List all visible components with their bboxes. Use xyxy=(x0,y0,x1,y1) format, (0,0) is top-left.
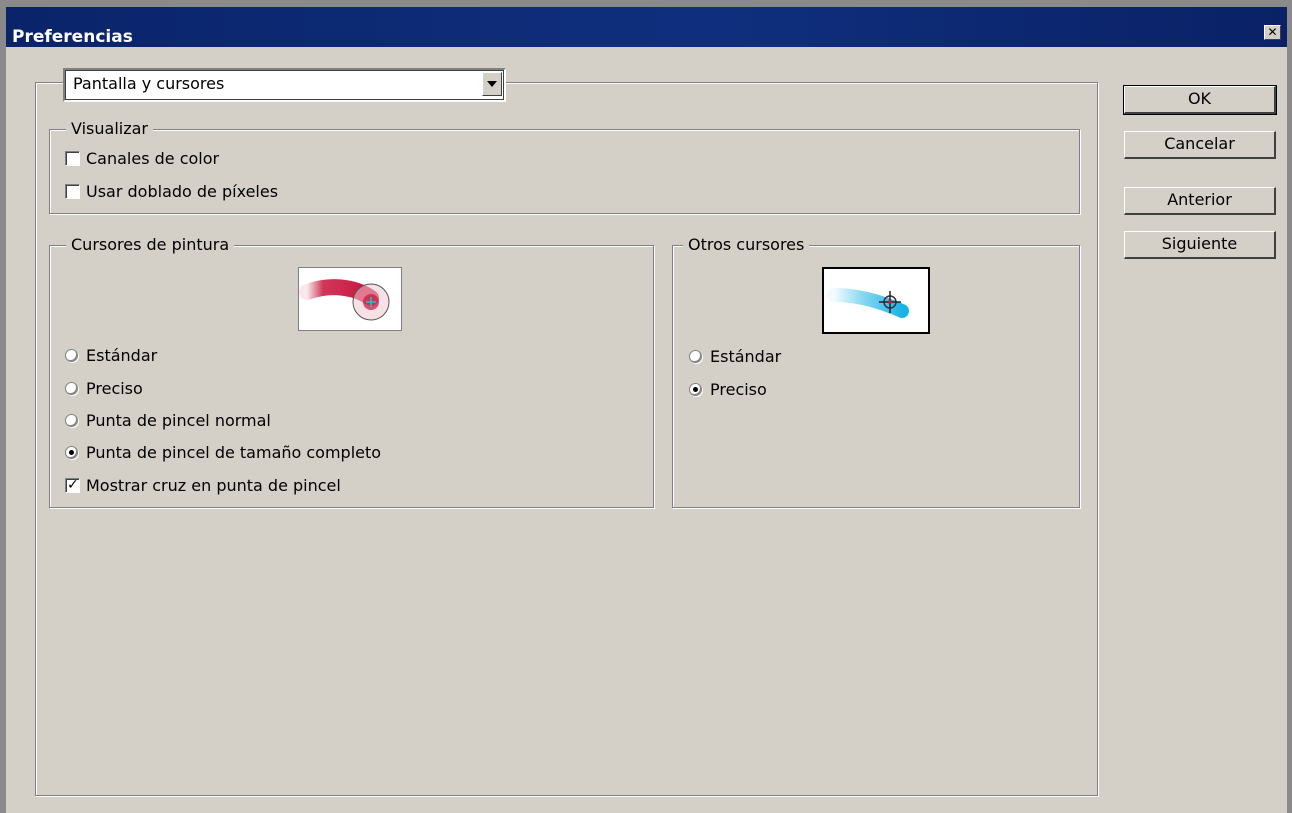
pixel-doubling-checkbox[interactable] xyxy=(65,184,80,199)
radio-selected-dot xyxy=(693,387,698,392)
painting-cursors-legend: Cursores de pintura xyxy=(66,234,235,256)
paint-normal-tip-label: Punta de pincel normal xyxy=(86,411,271,430)
window-title: Preferencias xyxy=(12,27,133,47)
other-precise-label: Preciso xyxy=(710,380,767,399)
other-precise-radio[interactable] xyxy=(689,383,702,396)
paint-precise-radio[interactable] xyxy=(65,382,78,395)
next-button[interactable]: Siguiente xyxy=(1124,231,1276,259)
precise-crosshair-preview-icon xyxy=(822,267,930,334)
close-icon[interactable]: ✕ xyxy=(1264,25,1281,40)
section-dropdown[interactable]: Pantalla y cursores xyxy=(63,68,506,102)
ok-button[interactable]: OK xyxy=(1123,85,1277,115)
title-bar[interactable]: Preferencias ✕ xyxy=(6,7,1287,47)
paint-normal-tip-radio[interactable] xyxy=(65,414,78,427)
other-cursors-legend: Otros cursores xyxy=(683,234,810,256)
paint-standard-label: Estándar xyxy=(86,346,158,365)
section-dropdown-value: Pantalla y cursores xyxy=(73,74,225,93)
radio-selected-dot xyxy=(69,450,74,455)
display-group-legend: Visualizar xyxy=(66,118,153,140)
other-standard-radio[interactable] xyxy=(689,350,702,363)
paint-precise-label: Preciso xyxy=(86,379,143,398)
color-channels-label: Canales de color xyxy=(86,149,220,168)
paint-full-size-tip-radio[interactable] xyxy=(65,446,78,459)
show-crosshair-checkbox[interactable]: ✓ xyxy=(65,477,80,493)
previous-button[interactable]: Anterior xyxy=(1124,187,1276,215)
other-standard-label: Estándar xyxy=(710,347,782,366)
show-crosshair-label: Mostrar cruz en punta de pincel xyxy=(86,476,341,495)
cancel-button[interactable]: Cancelar xyxy=(1124,131,1276,159)
paint-brush-stroke-preview-icon xyxy=(298,267,402,331)
chevron-down-icon[interactable] xyxy=(482,72,502,96)
color-channels-checkbox[interactable] xyxy=(65,151,80,166)
paint-full-size-tip-label: Punta de pincel de tamaño completo xyxy=(86,443,382,462)
paint-standard-radio[interactable] xyxy=(65,349,78,362)
pixel-doubling-label: Usar doblado de píxeles xyxy=(86,182,279,201)
checkmark-icon: ✓ xyxy=(67,477,79,493)
